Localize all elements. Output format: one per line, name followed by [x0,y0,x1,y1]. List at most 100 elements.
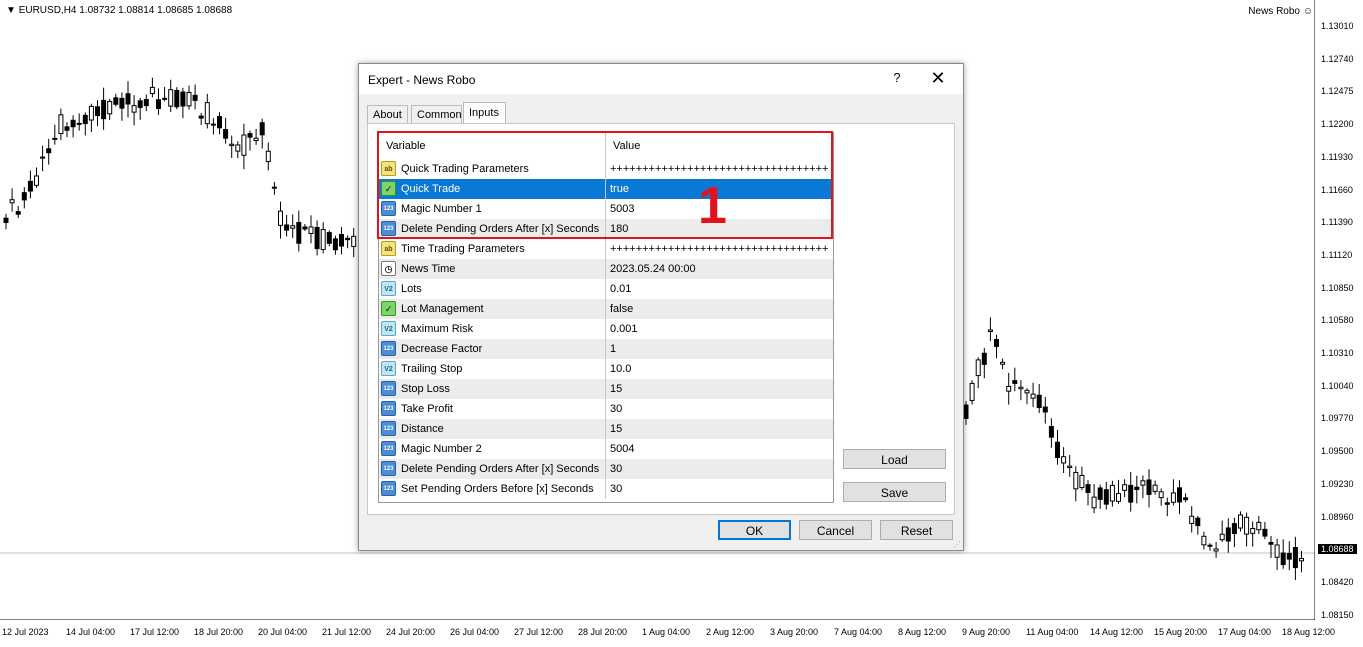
smiley-icon: ☺ [1302,6,1313,17]
candle-body [241,134,247,156]
candle-body [1085,484,1091,494]
input-row[interactable]: 123 Delete Pending Orders After [x] Secon… [379,219,833,239]
tab-inputs[interactable]: Inputs [463,102,506,124]
dialog-title: Expert - News Robo [368,73,476,87]
variable-value[interactable]: 15 [605,419,833,439]
variable-value[interactable]: 30 [605,399,833,419]
time-label: 27 Jul 12:00 [514,627,564,637]
variable-value[interactable]: 10.0 [605,359,833,379]
price-label: 1.12740 [1321,53,1354,64]
price-axis[interactable]: 1.13010 1.12740 1.12475 1.12200 1.11930 1.116… [1315,0,1363,620]
candle-body [137,100,143,108]
variable-value[interactable]: 2023.05.24 00:00 [605,259,833,279]
time-label: 14 Jul 04:00 [66,627,116,637]
candle-body [229,143,235,147]
variable-value[interactable]: false [605,299,833,319]
column-header-variable[interactable]: Variable [379,133,605,159]
variable-name: Magic Number 2 [401,443,482,455]
candle-body [88,105,94,121]
input-row[interactable]: 123 Distance 15 [379,419,833,439]
cancel-button[interactable]: Cancel [799,520,872,540]
candle-body [217,116,222,129]
price-label: 1.11120 [1321,249,1353,260]
variable-value[interactable]: 5004 [605,439,833,459]
load-button[interactable]: Load [843,449,946,469]
candle-body [1250,528,1256,534]
inputs-grid[interactable]: Variable Value ab Quick Trading Parameter… [378,132,834,503]
input-row[interactable]: V2 Lots 0.01 [379,279,833,299]
candle-body [326,232,332,244]
ok-button[interactable]: OK [718,520,791,540]
candle-body [1042,406,1048,413]
input-row[interactable]: ✓ Quick Trade true [379,179,833,199]
variable-value[interactable]: 1 [605,339,833,359]
price-label: 1.09500 [1321,446,1354,457]
expert-dialog: Expert - News Robo ? ✕ About Common Inpu… [358,63,964,551]
candle-body [162,97,168,100]
price-label: 1.09770 [1321,413,1354,424]
input-row[interactable]: 123 Set Pending Orders Before [x] Seconds… [379,479,833,499]
input-row[interactable]: 123 Take Profit 30 [379,399,833,419]
tab-common[interactable]: Common [411,105,462,123]
input-row[interactable]: 123 Magic Number 1 5003 [379,199,833,219]
help-button[interactable]: ? [889,70,905,85]
symbol-menu-icon[interactable]: ▼ [6,5,16,16]
candle-body [192,94,198,101]
double-type-icon: V2 [381,361,396,376]
candle-body [259,122,265,136]
input-row[interactable]: 123 Decrease Factor 1 [379,339,833,359]
time-label: 7 Aug 04:00 [834,627,883,637]
input-row[interactable]: 123 Magic Number 2 5004 [379,439,833,459]
time-axis[interactable]: 12 Jul 2023 14 Jul 04:00 17 Jul 12:00 18 Ju… [0,621,1335,647]
save-button[interactable]: Save [843,482,946,502]
variable-value[interactable]: 30 [605,459,833,479]
input-row[interactable]: 123 Stop Loss 15 [379,379,833,399]
variable-value[interactable]: 30 [605,479,833,499]
variable-name: Delete Pending Orders After [x] Seconds [401,223,600,235]
time-label: 1 Aug 04:00 [642,627,691,637]
dialog-titlebar[interactable]: Expert - News Robo ? ✕ [359,64,963,94]
variable-value[interactable]: ++++++++++++++++++++++++++++++++++ [605,239,833,259]
time-label: 20 Jul 04:00 [258,627,308,637]
candle-body [1128,484,1134,503]
price-label: 1.09230 [1321,478,1354,489]
variable-name: Maximum Risk [401,323,474,335]
variable-name: Quick Trading Parameters [401,163,529,175]
close-button[interactable]: ✕ [929,68,947,89]
candle-body [1116,493,1121,502]
variable-name: Take Profit [401,403,453,415]
candle-body [119,97,125,109]
resize-grip-icon[interactable]: ⋰ [953,540,961,549]
inputs-panel: Variable Value ab Quick Trading Parameter… [367,123,955,515]
reset-button[interactable]: Reset [880,520,953,540]
input-row[interactable]: 123 Delete Pending Orders After [x] Secon… [379,459,833,479]
candle-body [1024,389,1030,394]
variable-value[interactable]: 0.001 [605,319,833,339]
candle-body [1030,393,1036,399]
variable-name: Decrease Factor [401,343,483,355]
candle-body [339,233,344,247]
input-row[interactable]: ◷ News Time 2023.05.24 00:00 [379,259,833,279]
candle-body [1170,492,1176,503]
candle-body [27,180,33,192]
expert-advisor-label[interactable]: News Robo ☺ [1248,6,1313,17]
candle-body [1055,441,1060,459]
candle-body [1012,380,1018,384]
price-label: 1.10580 [1321,315,1354,326]
price-label: 1.10040 [1321,380,1354,391]
candle-body [351,235,357,247]
candle-body [247,133,253,138]
column-header-value[interactable]: Value [605,133,833,159]
input-row[interactable]: V2 Trailing Stop 10.0 [379,359,833,379]
tab-about[interactable]: About [367,105,408,123]
input-row[interactable]: V2 Maximum Risk 0.001 [379,319,833,339]
time-label: 11 Aug 04:00 [1026,627,1079,637]
input-row[interactable]: ✓ Lot Management false [379,299,833,319]
candle-body [1219,533,1225,541]
input-row[interactable]: ab Quick Trading Parameters ++++++++++++++… [379,159,833,179]
variable-value[interactable]: 15 [605,379,833,399]
variable-value[interactable]: ++++++++++++++++++++++++++++++++++ [605,159,833,179]
variable-value[interactable]: 0.01 [605,279,833,299]
candle-body [1000,361,1006,365]
input-row[interactable]: ab Time Trading Parameters +++++++++++++++… [379,239,833,259]
